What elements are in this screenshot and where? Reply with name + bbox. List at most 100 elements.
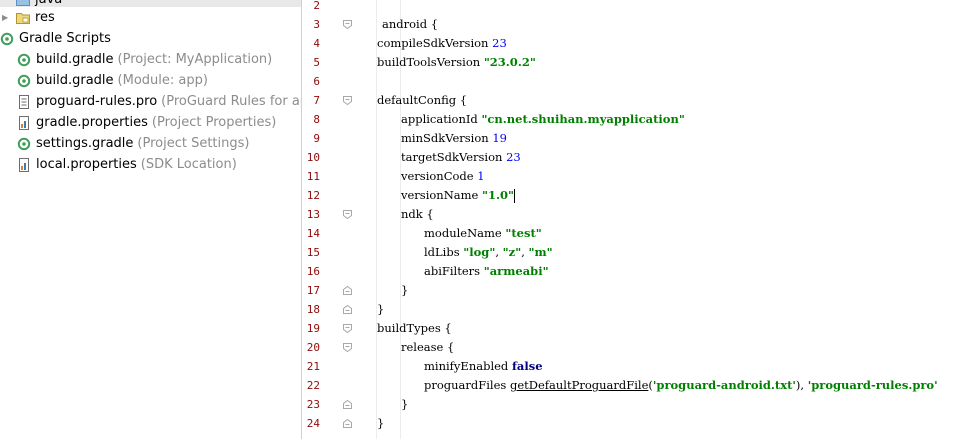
code-line-19[interactable]: buildTypes { — [377, 319, 452, 338]
code-text: abiFilters — [424, 264, 481, 278]
line-number: 10 — [306, 151, 320, 164]
fold-close-icon[interactable] — [343, 305, 352, 314]
line-number: 21 — [306, 360, 320, 373]
code-line-9[interactable]: minSdkVersion 19 — [401, 129, 507, 148]
code-text: defaultConfig { — [377, 93, 468, 107]
code-text: ndk { — [401, 207, 434, 221]
fold-close-icon[interactable] — [343, 400, 352, 409]
fold-open-icon[interactable] — [343, 343, 352, 352]
code-text: release { — [401, 340, 455, 354]
code-line-12[interactable]: versionName "1.0" — [401, 186, 515, 205]
code-line-23[interactable]: } — [401, 395, 408, 414]
code-line-15[interactable]: ldLibs "log", "z", "m" — [424, 243, 553, 262]
code-string: "cn.net.shuihan.myapplication" — [481, 112, 685, 126]
tree-item-gradle-properties[interactable]: gradle.properties (Project Properties) — [0, 112, 301, 133]
tree-item-proguard-rules[interactable]: proguard-rules.pro (ProGuard Rules for a… — [0, 91, 301, 112]
code-editor[interactable]: android { compileSdkVersion 23 buildTool… — [353, 0, 959, 439]
file-name: build.gradle — [36, 52, 114, 67]
code-number: 1 — [477, 169, 485, 183]
code-text: versionCode — [401, 169, 474, 183]
line-number: 4 — [313, 37, 320, 50]
code-number: 19 — [492, 131, 507, 145]
code-line-7[interactable]: defaultConfig { — [377, 91, 467, 110]
tree-item-build-gradle-module[interactable]: build.gradle (Module: app) — [0, 70, 301, 91]
file-hint: (Project Settings) — [137, 136, 250, 151]
line-number: 24 — [306, 417, 320, 430]
code-line-5[interactable]: buildToolsVersion "23.0.2" — [377, 53, 536, 72]
code-line-16[interactable]: abiFilters "armeabi" — [424, 262, 549, 281]
code-number: 23 — [492, 36, 507, 50]
tree-item-settings-gradle[interactable]: settings.gradle (Project Settings) — [0, 133, 301, 154]
line-number: 2 — [313, 0, 320, 12]
properties-file-icon — [17, 157, 31, 172]
file-hint: (Module: app) — [117, 73, 208, 88]
file-name: build.gradle — [36, 73, 114, 88]
tree-item-local-properties[interactable]: local.properties (SDK Location) — [0, 154, 301, 175]
resource-folder-icon — [16, 11, 30, 25]
code-text: buildTypes { — [377, 321, 452, 335]
line-number: 11 — [306, 170, 320, 183]
code-line-20[interactable]: release { — [401, 338, 454, 357]
code-line-4[interactable]: compileSdkVersion 23 — [377, 34, 507, 53]
code-string: "z" — [502, 245, 522, 259]
line-number: 14 — [306, 227, 320, 240]
tree-item-label: res — [35, 10, 55, 25]
code-line-10[interactable]: targetSdkVersion 23 — [401, 148, 521, 167]
code-string: 'proguard-rules.pro' — [807, 378, 938, 392]
code-text: moduleName — [424, 226, 502, 240]
tree-item-label: java — [35, 0, 62, 7]
tree-item-gradle-scripts[interactable]: Gradle Scripts — [0, 28, 301, 49]
code-keyword: false — [511, 359, 543, 373]
fold-close-icon[interactable] — [343, 419, 352, 428]
line-number: 8 — [313, 113, 320, 126]
code-line-13[interactable]: ndk { — [401, 205, 434, 224]
code-line-3[interactable]: android { — [382, 15, 438, 34]
code-line-21[interactable]: minifyEnabled false — [424, 357, 543, 376]
line-number: 15 — [306, 246, 320, 259]
code-line-11[interactable]: versionCode 1 — [401, 167, 485, 186]
fold-open-icon[interactable] — [343, 324, 352, 333]
code-line-18[interactable]: } — [377, 300, 384, 319]
code-text: minifyEnabled — [424, 359, 509, 373]
line-number: 5 — [313, 56, 320, 69]
line-number: 20 — [306, 341, 320, 354]
line-number: 23 — [306, 398, 320, 411]
gradle-icon — [17, 53, 31, 67]
fold-close-icon[interactable] — [343, 286, 352, 295]
code-line-17[interactable]: } — [401, 281, 408, 300]
code-line-24[interactable]: } — [377, 414, 384, 433]
tree-item-build-gradle-project[interactable]: build.gradle (Project: MyApplication) — [0, 49, 301, 70]
code-string: 'proguard-android.txt' — [652, 378, 796, 392]
line-number: 3 — [313, 18, 320, 31]
code-string: "23.0.2" — [483, 55, 536, 69]
file-name: proguard-rules.pro — [36, 94, 158, 109]
code-text: } — [377, 302, 385, 316]
code-text: } — [401, 397, 409, 411]
fold-open-icon[interactable] — [343, 96, 352, 105]
line-number: 19 — [306, 322, 320, 335]
code-line-8[interactable]: applicationId "cn.net.shuihan.myapplicat… — [401, 110, 685, 129]
line-number: 12 — [306, 189, 320, 202]
expand-arrow-icon[interactable]: ▶ — [2, 13, 10, 22]
line-number: 16 — [306, 265, 320, 278]
code-line-22[interactable]: proguardFiles getDefaultProguardFile('pr… — [424, 376, 938, 395]
editor-gutter: 2 3 4 5 6 7 8 9 10 11 12 13 14 15 16 17 … — [301, 0, 353, 439]
code-string: "test" — [505, 226, 542, 240]
tree-item-res[interactable]: ▶ res — [0, 7, 301, 28]
gradle-icon — [17, 137, 31, 151]
code-text: proguardFiles — [424, 378, 507, 392]
file-hint: (SDK Location) — [140, 157, 237, 172]
gradle-icon — [0, 32, 14, 46]
file-name: gradle.properties — [36, 115, 148, 130]
text-caret — [514, 189, 515, 203]
code-text: } — [377, 416, 385, 430]
fold-open-icon[interactable] — [343, 210, 352, 219]
file-name: settings.gradle — [36, 136, 134, 151]
line-number: 9 — [313, 132, 320, 145]
file-name: local.properties — [36, 157, 137, 172]
code-line-14[interactable]: moduleName "test" — [424, 224, 542, 243]
code-method-call: getDefaultProguardFile — [509, 378, 649, 392]
code-string: "1.0" — [482, 188, 514, 202]
gradle-icon — [17, 74, 31, 88]
fold-open-icon[interactable] — [343, 20, 352, 29]
